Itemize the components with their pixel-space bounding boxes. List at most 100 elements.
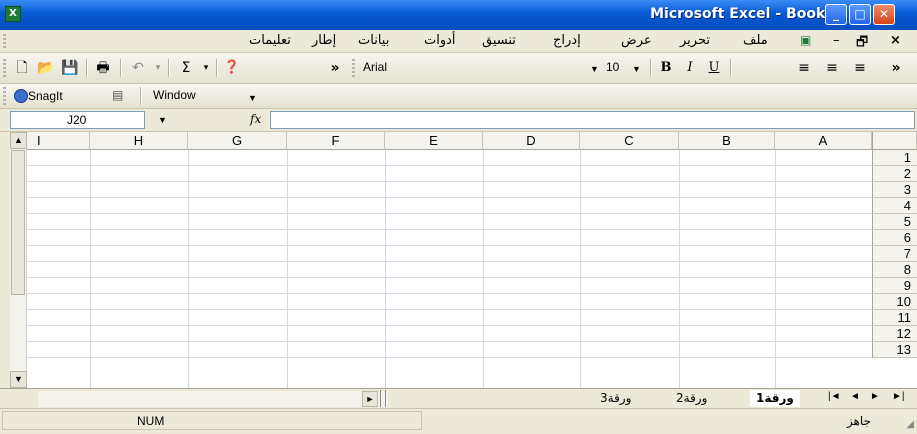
menu-insert[interactable]: إدراج (553, 33, 581, 48)
toolbar-grip[interactable] (352, 59, 355, 77)
excel-icon[interactable]: X (5, 6, 21, 22)
close-button[interactable]: ✕ (873, 4, 895, 25)
row-header-12[interactable]: 12 (872, 326, 917, 342)
maximize-button[interactable]: □ (849, 4, 871, 25)
menu-tools[interactable]: أدوات (424, 33, 456, 48)
menu-help[interactable]: تعليمات (249, 33, 291, 48)
row-header-3[interactable]: 3 (872, 182, 917, 198)
font-name-dropdown-arrow-icon[interactable]: ▼ (590, 64, 599, 74)
save-icon[interactable]: 💾 (60, 58, 80, 78)
function-icon[interactable]: fx (250, 112, 261, 126)
grid-line (483, 150, 484, 388)
row-header-5[interactable]: 5 (872, 214, 917, 230)
select-all-corner[interactable] (872, 132, 917, 150)
snagit-window-dropdown[interactable]: Window (150, 87, 250, 105)
toolbar-separator (216, 59, 218, 77)
column-header-i[interactable]: I (27, 132, 90, 150)
menubar-grip[interactable] (3, 34, 6, 48)
bold-button[interactable]: B (656, 58, 676, 78)
italic-button[interactable]: I (680, 58, 700, 78)
snagit-icon[interactable] (14, 89, 28, 103)
scroll-down-icon[interactable]: ▼ (10, 371, 27, 388)
column-header-a[interactable]: A (775, 132, 872, 150)
column-header-f[interactable]: F (287, 132, 385, 150)
grid-line (10, 197, 872, 198)
row-header-7[interactable]: 7 (872, 246, 917, 262)
doc-minimize-button[interactable]: – (833, 33, 840, 48)
autosum-icon[interactable]: Σ (176, 58, 196, 78)
row-header-10[interactable]: 10 (872, 294, 917, 310)
grid-line (385, 150, 386, 388)
row-header-9[interactable]: 9 (872, 278, 917, 294)
scroll-right-icon[interactable]: ► (362, 391, 378, 407)
column-header-h[interactable]: H (90, 132, 188, 150)
formula-input[interactable] (270, 111, 915, 129)
align-left-icon[interactable]: ≡ (850, 58, 870, 78)
worksheet-grid[interactable]: A B C D E F G H I 1 2 3 4 5 6 7 8 9 10 11 12 13 (10, 132, 917, 388)
column-header-e[interactable]: E (385, 132, 483, 150)
column-header-g[interactable]: G (188, 132, 287, 150)
snagit-profile-icon[interactable]: ▤ (112, 88, 123, 102)
font-size-dropdown-arrow-icon[interactable]: ▼ (632, 64, 641, 74)
row-header-4[interactable]: 4 (872, 198, 917, 214)
toolbar-overflow-icon[interactable]: » (325, 58, 345, 78)
row-header-11[interactable]: 11 (872, 310, 917, 326)
align-center-icon[interactable]: ≡ (822, 58, 842, 78)
snagit-window-dropdown-arrow-icon[interactable]: ▼ (248, 93, 257, 103)
undo-dropdown-icon[interactable]: ▾ (148, 58, 168, 78)
snagit-button[interactable]: SnagIt (28, 89, 63, 103)
tab-prev-icon[interactable]: ◄ (850, 391, 860, 402)
underline-button[interactable]: U (704, 58, 724, 78)
menu-edit[interactable]: تحرير (680, 33, 710, 48)
name-box-dropdown-icon[interactable]: ▼ (158, 115, 167, 125)
tab-last-icon[interactable]: ►| (892, 391, 905, 402)
minimize-button[interactable]: _ (825, 4, 847, 25)
open-folder-icon[interactable]: 📂 (36, 58, 56, 78)
vertical-scroll-thumb[interactable] (11, 150, 25, 295)
scroll-up-icon[interactable]: ▲ (10, 132, 27, 149)
menu-view[interactable]: عرض (621, 33, 652, 48)
row-header-1[interactable]: 1 (872, 150, 917, 166)
column-header-c[interactable]: C (580, 132, 679, 150)
grid-line (10, 325, 872, 326)
row-header-8[interactable]: 8 (872, 262, 917, 278)
column-header-d[interactable]: D (483, 132, 580, 150)
doc-restore-button[interactable]: 🗗 (856, 33, 868, 55)
column-header-b[interactable]: B (679, 132, 775, 150)
vertical-scrollbar[interactable]: ▲ ▼ (10, 132, 27, 388)
print-icon[interactable]: 🖶 (93, 58, 113, 78)
sheet-tab-1-active[interactable]: ورقة1 (750, 390, 800, 407)
toolbar-grip[interactable] (3, 59, 6, 77)
doc-close-button[interactable]: × (890, 33, 901, 48)
sheet-tab-2[interactable]: ورقة2 (676, 390, 707, 407)
help-icon[interactable]: ❓ (222, 58, 242, 78)
document-icon[interactable]: ▣ (800, 33, 811, 47)
undo-icon[interactable]: ↶ (128, 58, 148, 78)
tab-next-icon[interactable]: ► (870, 391, 880, 402)
toolbar-separator (168, 59, 170, 77)
align-right-icon[interactable]: ≡ (794, 58, 814, 78)
autosum-dropdown-icon[interactable]: ▾ (196, 58, 216, 78)
formatting-overflow-icon[interactable]: » (886, 58, 906, 78)
menu-window[interactable]: إطار (312, 33, 336, 48)
status-bar: NUM جاهز ◢ (0, 408, 917, 434)
font-size-dropdown[interactable]: 10 (603, 59, 631, 77)
row-header-6[interactable]: 6 (872, 230, 917, 246)
new-document-icon[interactable]: 🗋 (12, 58, 32, 78)
row-header-13[interactable]: 13 (872, 342, 917, 358)
menu-bar: تعليمات إطار بيانات أدوات تنسيق إدراج عر… (0, 30, 917, 53)
menu-file[interactable]: ملف (743, 33, 768, 48)
menu-format[interactable]: تنسيق (482, 33, 516, 48)
sheet-tab-3[interactable]: ورقة3 (600, 390, 631, 407)
horizontal-scrollbar[interactable] (38, 391, 388, 407)
grid-line (10, 245, 872, 246)
toolbar-grip[interactable] (3, 87, 6, 105)
row-header-2[interactable]: 2 (872, 166, 917, 182)
name-box[interactable]: J20 (10, 111, 145, 129)
tab-first-icon[interactable]: |◄ (828, 391, 841, 402)
tab-split-handle[interactable] (380, 390, 386, 407)
font-name-dropdown[interactable]: Arial (360, 59, 580, 77)
menu-data[interactable]: بيانات (358, 33, 389, 48)
status-panel (2, 411, 422, 430)
resize-grip-icon[interactable]: ◢ (906, 419, 914, 430)
